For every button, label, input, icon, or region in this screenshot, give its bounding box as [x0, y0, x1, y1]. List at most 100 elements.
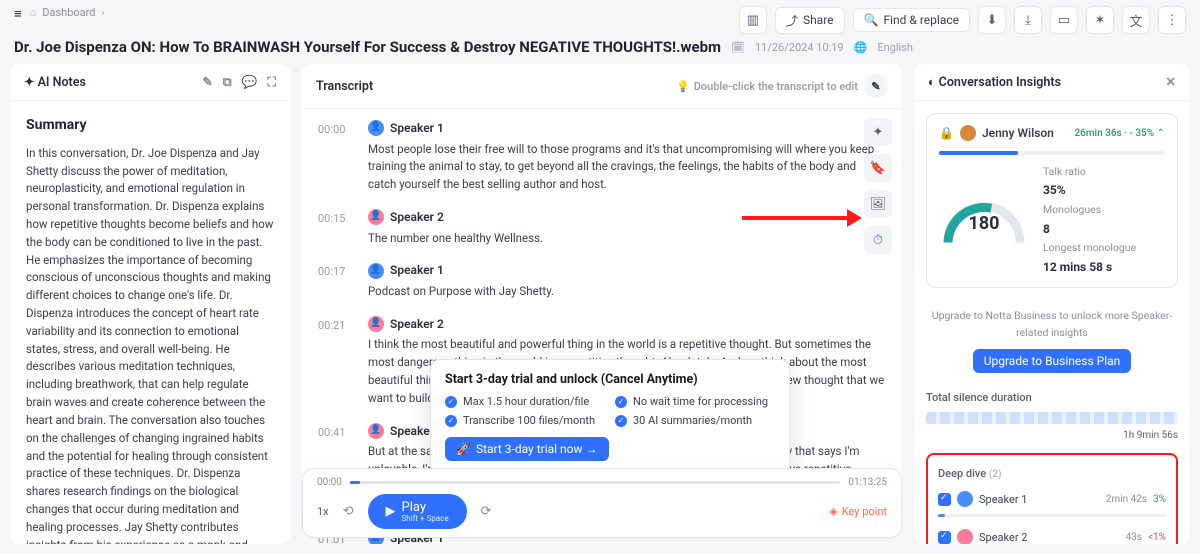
speaker-card: 🔒 Jenny Wilson 26min 36s · - 35% ⌃ 180 T… [926, 113, 1178, 288]
expand-icon[interactable]: ⛶ [267, 75, 276, 90]
trial-feature: ✓30 AI summaries/month [615, 414, 775, 427]
forward-button[interactable]: ⟳ [481, 504, 492, 519]
layout-toggle-button[interactable]: ▥ [739, 6, 767, 34]
transcript-timestamp[interactable]: 00:17 [318, 261, 358, 300]
breadcrumb[interactable]: ⌂ Dashboard › [30, 6, 105, 19]
share-button[interactable]: ⤴Share [775, 7, 845, 34]
audio-player: 00:00 01:13:25 1x ⟲ ▶ PlayShift + Space … [302, 468, 902, 538]
summary-text: In this conversation, Dr. Joe Dispenza a… [26, 145, 274, 544]
transcript-speaker: 👤Speaker 1 [368, 261, 886, 280]
avatar [960, 125, 976, 141]
sparkle-icon: ✦ [24, 74, 34, 90]
keypoint-button[interactable]: ◈ Key point [829, 505, 887, 518]
transcript-heading: Transcript [316, 79, 373, 94]
transcript-speaker: 👤Speaker 2 [368, 315, 886, 334]
page-date: 11/26/2024 10:19 [755, 41, 844, 54]
more-button[interactable]: ⋮ [1158, 6, 1186, 34]
translate-button[interactable]: 文 [1122, 6, 1150, 34]
avatar [957, 529, 973, 544]
summary-heading: Summary [26, 115, 274, 137]
transcript-row[interactable]: 00:15 👤Speaker 2 The number one healthy We… [318, 208, 886, 247]
checkbox-icon[interactable] [938, 531, 951, 544]
avatar: 👤 [368, 120, 384, 136]
avatar: 👤 [368, 209, 384, 225]
trial-feature: ✓Transcribe 100 files/month [445, 414, 605, 427]
share-icon: ⤴ [786, 12, 798, 29]
insights-icon: ◐ [928, 75, 936, 90]
deep-dive-bar [938, 514, 1166, 517]
lock-icon: 🔒 [939, 124, 954, 143]
globe-icon: 🌐 [854, 41, 868, 54]
speaker-name: Jenny Wilson [982, 124, 1054, 143]
transcript-row[interactable]: 00:00👤Speaker 1Most people lose their fr… [318, 119, 886, 194]
image-rail-button[interactable]: 🖼 [864, 190, 892, 218]
transcript-timestamp[interactable]: 00:21 [318, 315, 358, 408]
screen-button[interactable]: ▭ [1050, 6, 1078, 34]
gauge-value: 180 [969, 210, 1000, 238]
home-icon: ⌂ [30, 6, 37, 19]
transcript-text[interactable]: The number one healthy Wellness. [368, 230, 886, 248]
play-button[interactable]: ▶ PlayShift + Space [368, 494, 467, 529]
avatar: 👤 [368, 423, 384, 439]
silence-heading: Total silence duration [926, 389, 1178, 406]
player-total-time: 01:13:25 [848, 477, 887, 488]
start-trial-button[interactable]: 🚀 Start 3-day trial now → [445, 437, 609, 461]
avatar: 👤 [368, 263, 384, 279]
clip-button[interactable]: ✶ [1086, 6, 1114, 34]
trial-feature: ✓No wait time for processing [615, 395, 775, 408]
ai-rail-button[interactable]: ✦ [864, 118, 892, 146]
upsell-block: Upgrade to Notta Business to unlock more… [926, 298, 1178, 383]
clock-rail-button[interactable]: ⏱ [864, 226, 892, 254]
checkbox-icon[interactable] [938, 493, 951, 506]
export-button[interactable]: ⤓ [1014, 6, 1042, 34]
copy-icon[interactable]: ⧉ [223, 75, 232, 90]
page-language: English [877, 41, 913, 54]
avatar: 👤 [368, 316, 384, 332]
bookmark-rail-button[interactable]: 🔖 [864, 154, 892, 182]
silence-bar [926, 412, 1178, 424]
player-progress-bar[interactable] [350, 481, 841, 484]
find-replace-button[interactable]: 🔍Find & replace [853, 8, 970, 32]
transcript-row[interactable]: 00:17 👤Speaker 1 Podcast on Purpose with J… [318, 261, 886, 300]
player-current-time: 00:00 [317, 477, 342, 488]
transcript-speaker: 👤Speaker 2 [368, 208, 886, 227]
page-title: Dr. Joe Dispenza ON: How To BRAINWASH Yo… [14, 38, 721, 56]
talk-ratio-bar [939, 151, 1165, 155]
transcript-tip: 💡Double-click the transcript to edit [676, 80, 858, 93]
transcript-timestamp[interactable]: 00:15 [318, 208, 358, 247]
play-icon: ▶ [386, 504, 396, 519]
wand-icon[interactable]: ✎ [202, 74, 212, 90]
transcript-timestamp[interactable]: 00:00 [318, 119, 358, 194]
edit-transcript-button[interactable]: ✎ [864, 74, 888, 98]
upsell-text: Upgrade to Notta Business to unlock more… [930, 308, 1174, 341]
breadcrumb-root: Dashboard [42, 6, 95, 19]
deep-dive-item[interactable]: Speaker 1 2min 42s 3% [938, 491, 1166, 508]
download-button[interactable]: ⬇ [978, 6, 1006, 34]
playback-speed[interactable]: 1x [317, 505, 329, 518]
search-icon: 🔍 [864, 13, 879, 27]
avatar [957, 491, 973, 507]
comment-icon[interactable]: 💬 [242, 75, 258, 90]
close-insights-button[interactable]: ✕ [1166, 74, 1176, 90]
gauge-chart: 180 [939, 188, 1029, 252]
insights-heading: Conversation Insights [939, 75, 1061, 90]
trial-popup: Start 3-day trial and unlock (Cancel Any… [430, 359, 790, 474]
deep-dive-item[interactable]: Speaker 2 43s <1% [938, 529, 1166, 544]
insights-panel: ◐ Conversation Insights ✕ 🔒 Jenny Wilson… [914, 64, 1190, 544]
bulb-icon: 💡 [676, 80, 690, 93]
menu-icon[interactable]: ≡ [14, 6, 22, 22]
transcript-text[interactable]: Podcast on Purpose with Jay Shetty. [368, 283, 886, 301]
chevron-right-icon: › [101, 6, 104, 19]
transcript-panel: Transcript 💡Double-click the transcript … [302, 64, 902, 544]
ai-notes-panel: ✦ AI Notes ✎ ⧉ 💬 ⛶ Summary In this conve… [10, 64, 290, 544]
transcript-text[interactable]: Most people lose their free will to thos… [368, 141, 886, 194]
calendar-icon: 🗓 [731, 41, 745, 54]
chevron-up-icon[interactable]: ⌃ [1157, 128, 1165, 139]
deep-dive-heading: Deep dive [938, 467, 986, 480]
ai-notes-heading: AI Notes [38, 75, 86, 90]
deep-dive-section: Deep dive (2) Speaker 1 2min 42s 3% Spea… [926, 453, 1178, 544]
trial-feature: ✓Max 1.5 hour duration/file [445, 395, 605, 408]
trial-heading: Start 3-day trial and unlock (Cancel Any… [445, 372, 775, 387]
upgrade-button[interactable]: Upgrade to Business Plan [973, 349, 1132, 373]
rewind-button[interactable]: ⟲ [343, 504, 354, 519]
